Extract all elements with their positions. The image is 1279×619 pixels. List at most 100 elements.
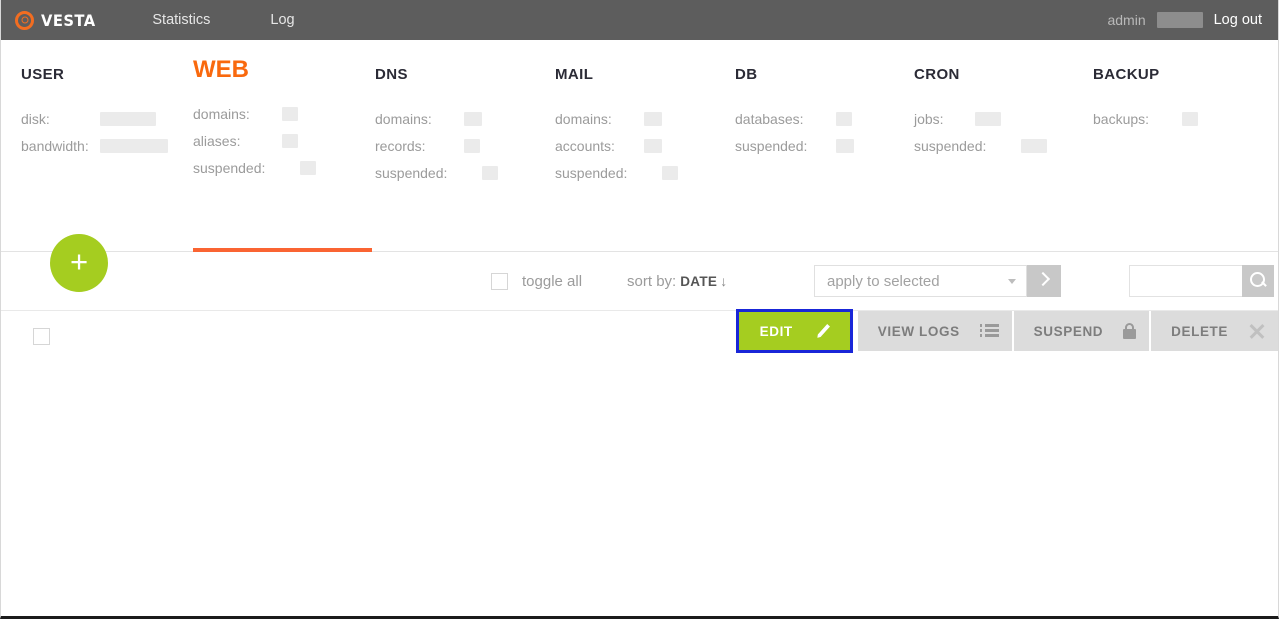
stat-label: disk: bbox=[21, 110, 50, 127]
stat-label: records: bbox=[375, 137, 426, 154]
logout-link[interactable]: Log out bbox=[1214, 12, 1262, 28]
stat-column-title: DB bbox=[735, 66, 758, 83]
stat-value-redaction bbox=[662, 165, 678, 180]
stat-row: backups: bbox=[1093, 105, 1198, 132]
stat-label: aliases: bbox=[193, 132, 241, 149]
stat-column-title: MAIL bbox=[555, 66, 594, 83]
stat-row: jobs: bbox=[914, 105, 1047, 132]
stat-value-redaction bbox=[100, 111, 156, 126]
stat-value-redaction bbox=[282, 106, 298, 121]
stat-value-redaction bbox=[282, 133, 298, 148]
stat-label: databases: bbox=[735, 110, 804, 127]
stat-row: accounts: bbox=[555, 132, 678, 159]
stat-row: aliases: bbox=[193, 127, 316, 154]
stat-row: domains: bbox=[193, 100, 316, 127]
stat-row: disk: bbox=[21, 105, 168, 132]
stat-label: backups: bbox=[1093, 110, 1150, 127]
action-label: VIEW LOGS bbox=[877, 323, 960, 339]
sort-by-control[interactable]: sort by: DATE ↓ bbox=[627, 273, 727, 290]
search-button[interactable] bbox=[1242, 265, 1274, 297]
apply-to-selected-value: apply to selected bbox=[827, 272, 940, 290]
stat-column-cron[interactable]: CRON jobs: suspended: bbox=[914, 66, 1047, 159]
web-domain-record: EDITVIEW LOGSSUSPENDDELETE 2015 ★ .com c… bbox=[1, 309, 1278, 581]
stat-value-redaction bbox=[100, 138, 168, 153]
stat-column-backup[interactable]: BACKUP backups: bbox=[1093, 66, 1198, 132]
list-icon bbox=[979, 323, 1000, 339]
stat-value-redaction bbox=[482, 165, 498, 180]
stat-column-dns[interactable]: DNS domains: records: suspended: bbox=[375, 66, 498, 186]
chevron-down-icon bbox=[1008, 279, 1016, 284]
record-select-checkbox[interactable] bbox=[33, 328, 50, 345]
stat-row: suspended: bbox=[375, 159, 498, 186]
stats-summary-panel: USER disk: bandwidth: WEB domains: aliases: su… bbox=[1, 40, 1278, 252]
stat-label: jobs: bbox=[914, 110, 944, 127]
list-toolbar: + toggle all sort by: DATE ↓ apply to sele… bbox=[1, 234, 1278, 310]
stat-label: domains: bbox=[555, 110, 612, 127]
stat-value-redaction bbox=[464, 138, 480, 153]
vesta-ring-icon bbox=[15, 10, 34, 30]
action-label: SUSPEND bbox=[1033, 323, 1104, 339]
add-web-domain-button[interactable]: + bbox=[50, 234, 108, 292]
toggle-all-checkbox[interactable] bbox=[491, 272, 508, 290]
search-icon-handle bbox=[1261, 281, 1267, 287]
stat-row: suspended: bbox=[555, 159, 678, 186]
apply-to-selected-select[interactable]: apply to selected bbox=[814, 265, 1027, 297]
stat-row: suspended: bbox=[914, 132, 1047, 159]
stat-row: suspended: bbox=[193, 154, 316, 181]
suspend-button[interactable]: SUSPEND bbox=[1013, 311, 1150, 351]
plus-icon: + bbox=[69, 244, 89, 279]
nav-statistics[interactable]: Statistics bbox=[136, 0, 226, 40]
edit-button[interactable]: EDIT bbox=[735, 309, 853, 353]
stat-label: bandwidth: bbox=[21, 137, 89, 154]
stat-row: domains: bbox=[375, 105, 498, 132]
stat-value-redaction bbox=[1182, 111, 1198, 126]
stat-column-user[interactable]: USER disk: bandwidth: bbox=[21, 66, 168, 159]
stat-value-redaction bbox=[464, 111, 482, 126]
stat-column-title: WEB bbox=[193, 56, 249, 83]
username-redaction bbox=[1156, 12, 1203, 28]
apply-go-button[interactable] bbox=[1027, 265, 1061, 297]
stat-label: suspended: bbox=[914, 137, 987, 154]
stat-column-title: BACKUP bbox=[1093, 66, 1160, 83]
bulk-action-group: apply to selected bbox=[814, 265, 1061, 297]
nav-log[interactable]: Log bbox=[254, 0, 310, 40]
stat-label: suspended: bbox=[375, 164, 448, 181]
vesta-control-panel: VESTA Statistics Log admin Log out USER d… bbox=[0, 0, 1279, 619]
view-logs-button[interactable]: VIEW LOGS bbox=[857, 311, 1012, 351]
sort-by-value: DATE bbox=[680, 273, 718, 289]
search-input[interactable] bbox=[1129, 265, 1242, 297]
stat-row: databases: bbox=[735, 105, 854, 132]
delete-button[interactable]: DELETE bbox=[1151, 311, 1278, 351]
close-icon bbox=[1248, 322, 1266, 340]
stat-value-redaction bbox=[300, 160, 316, 175]
stat-value-redaction bbox=[644, 138, 662, 153]
stat-column-title: USER bbox=[21, 66, 65, 83]
stat-label: domains: bbox=[193, 105, 250, 122]
stat-row: domains: bbox=[555, 105, 678, 132]
sort-by-label: sort by: bbox=[627, 272, 677, 290]
stat-column-title: DNS bbox=[375, 66, 408, 83]
stat-column-db[interactable]: DB databases: suspended: bbox=[735, 66, 854, 159]
stat-row: records: bbox=[375, 132, 498, 159]
topbar-user-area: admin Log out bbox=[1107, 0, 1262, 40]
stat-label: suspended: bbox=[193, 159, 266, 176]
stat-label: domains: bbox=[375, 110, 432, 127]
record-action-bar: EDIT VIEW LOGS SUSPEND DELETE bbox=[735, 309, 1278, 353]
lock-icon bbox=[1123, 323, 1137, 339]
search-group bbox=[1129, 265, 1274, 297]
stat-row: suspended: bbox=[735, 132, 854, 159]
stat-label: suspended: bbox=[735, 137, 808, 154]
action-label: EDIT bbox=[759, 323, 793, 339]
toolbar-controls: toggle all sort by: DATE ↓ bbox=[491, 252, 727, 310]
vesta-logo[interactable]: VESTA bbox=[15, 10, 100, 30]
top-navigation-bar: VESTA Statistics Log admin Log out bbox=[1, 0, 1278, 40]
sort-direction-icon[interactable]: ↓ bbox=[720, 273, 727, 289]
stat-label: accounts: bbox=[555, 137, 615, 154]
stat-column-web[interactable]: WEB domains: aliases: suspended: bbox=[193, 58, 316, 181]
username-label: admin bbox=[1107, 12, 1146, 28]
brand-label: VESTA bbox=[41, 10, 96, 30]
action-label: DELETE bbox=[1171, 323, 1228, 339]
stat-value-redaction bbox=[644, 111, 662, 126]
toggle-all-label[interactable]: toggle all bbox=[522, 273, 582, 290]
stat-column-mail[interactable]: MAIL domains: accounts: suspended: bbox=[555, 66, 678, 186]
